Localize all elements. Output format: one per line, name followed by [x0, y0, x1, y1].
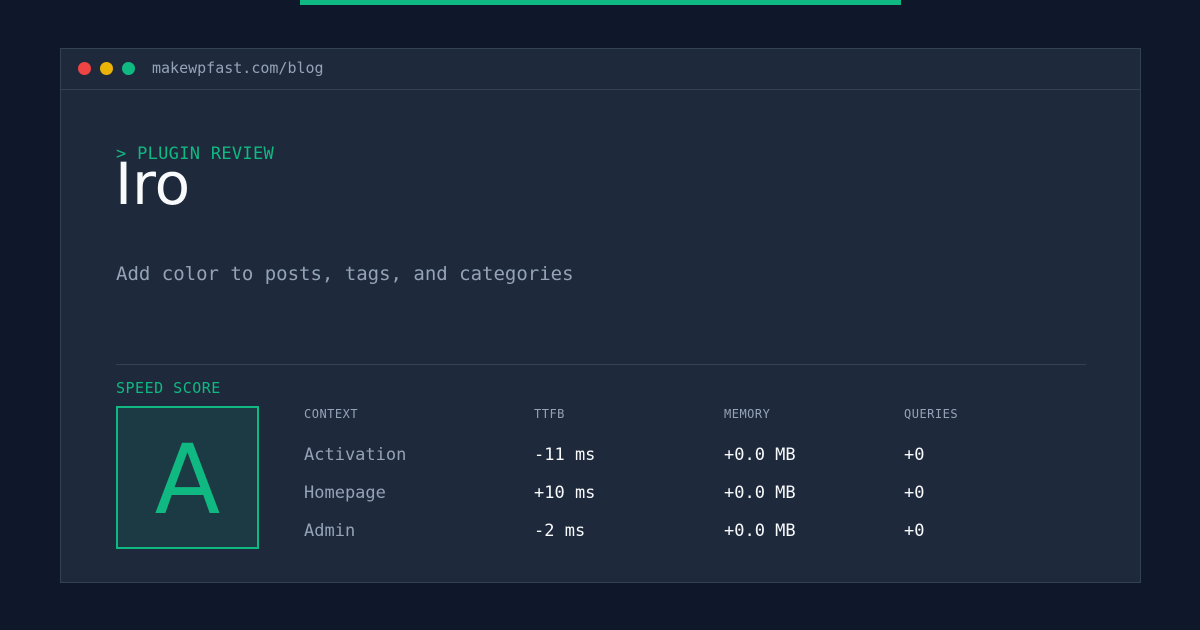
- row-homepage-context: Homepage: [304, 483, 386, 503]
- minimize-window-dot-icon[interactable]: [100, 62, 113, 75]
- metrics-table: CONTEXT TTFB MEMORY QUERIES Activation -…: [304, 407, 1104, 547]
- close-window-dot-icon[interactable]: [78, 62, 91, 75]
- plugin-subtitle: Add color to posts, tags, and categories: [116, 263, 574, 285]
- row-homepage-memory: +0.0 MB: [724, 483, 796, 503]
- speed-grade-badge: A: [116, 406, 259, 549]
- row-activation-ttfb: -11 ms: [534, 445, 596, 465]
- column-header-memory: MEMORY: [724, 407, 771, 421]
- plugin-title: Iro: [115, 150, 191, 218]
- column-header-queries: QUERIES: [904, 407, 959, 421]
- window-url: makewpfast.com/blog: [152, 59, 324, 77]
- maximize-window-dot-icon[interactable]: [122, 62, 135, 75]
- row-activation-memory: +0.0 MB: [724, 445, 796, 465]
- speed-grade-letter: A: [154, 423, 221, 536]
- row-admin-memory: +0.0 MB: [724, 521, 796, 541]
- row-activation-queries: +0: [904, 445, 925, 465]
- section-divider: [116, 364, 1086, 365]
- browser-window: makewpfast.com/blog > PLUGIN REVIEW Iro …: [60, 48, 1141, 583]
- window-titlebar: makewpfast.com/blog: [61, 49, 1140, 90]
- row-homepage-queries: +0: [904, 483, 925, 503]
- row-admin-ttfb: -2 ms: [534, 521, 586, 541]
- row-homepage-ttfb: +10 ms: [534, 483, 596, 503]
- column-header-context: CONTEXT: [304, 407, 359, 421]
- top-accent-bar: [300, 0, 901, 5]
- row-admin-context: Admin: [304, 521, 356, 541]
- column-header-ttfb: TTFB: [534, 407, 565, 421]
- row-admin-queries: +0: [904, 521, 925, 541]
- row-activation-context: Activation: [304, 445, 407, 465]
- speed-score-label: SPEED SCORE: [116, 379, 221, 397]
